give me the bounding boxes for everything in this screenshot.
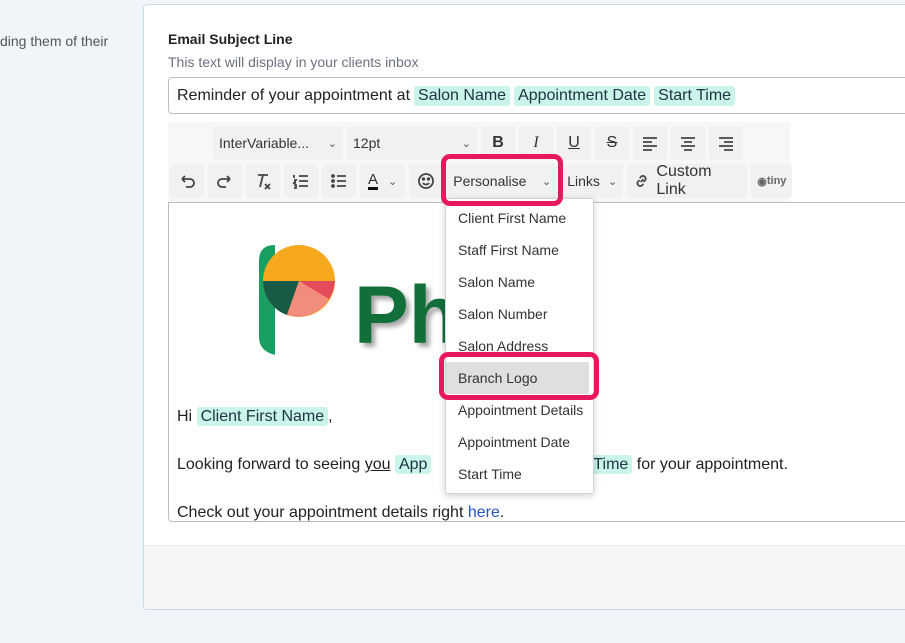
line3-suffix: . — [499, 504, 505, 521]
redo-icon — [217, 175, 231, 188]
line2-prefix: Looking forward to seeing — [177, 456, 361, 473]
italic-button[interactable]: I — [519, 126, 553, 160]
align-center-button[interactable] — [671, 126, 705, 160]
editor-toolbar: InterVariable... ⌄ 12pt ⌄ B I U S A ⌄ Pe… — [168, 122, 793, 202]
tag-client-first-name[interactable]: Client First Name — [196, 407, 329, 426]
links-label: Links — [567, 173, 600, 189]
bold-icon: B — [492, 134, 504, 151]
toolbar-row-2: A ⌄ Personalise ⌄ Links ⌄ Custom Link ◉ t… — [170, 163, 793, 198]
strikethrough-icon: S — [606, 134, 618, 151]
chevron-down-icon: ⌄ — [542, 175, 552, 188]
subject-input[interactable]: Reminder of your appointment at Salon Na… — [168, 77, 905, 114]
chevron-down-icon: ⌄ — [388, 175, 398, 188]
subject-tag-salon-name[interactable]: Salon Name — [414, 85, 511, 106]
underline-icon: U — [568, 134, 580, 151]
line2-you: you — [364, 456, 391, 473]
emoji-icon — [418, 173, 435, 189]
personalise-dropdown-menu: Client First Name Staff First Name Salon… — [445, 198, 594, 494]
text-color-icon: A — [368, 170, 379, 190]
font-family-select[interactable]: InterVariable... ⌄ — [213, 126, 343, 160]
personalise-menu-button[interactable]: Personalise ⌄ — [447, 164, 558, 198]
text-color-button[interactable]: A ⌄ — [360, 164, 406, 198]
emoji-button[interactable] — [409, 164, 444, 198]
undo-button[interactable] — [170, 164, 204, 198]
menu-item-branch-logo[interactable]: Branch Logo — [446, 362, 589, 394]
align-center-icon — [681, 137, 695, 151]
strikethrough-button[interactable]: S — [595, 126, 629, 160]
align-left-button[interactable] — [633, 126, 667, 160]
clear-formatting-icon — [258, 174, 271, 190]
menu-item-salon-number[interactable]: Salon Number — [446, 298, 593, 330]
greeting-line: Hi Client First Name, — [177, 407, 333, 426]
chevron-down-icon: ⌄ — [461, 137, 471, 150]
subject-label: Email Subject Line — [168, 31, 293, 47]
italic-icon: I — [533, 134, 539, 151]
body-line-3: Check out your appointment details right… — [177, 504, 505, 521]
align-left-icon — [643, 137, 657, 151]
numbered-list-icon — [292, 175, 308, 189]
details-link[interactable]: here — [468, 504, 500, 521]
align-right-button[interactable] — [709, 126, 743, 160]
branch-logo-image — [259, 245, 335, 355]
line2-suffix: for your appointment. — [636, 456, 788, 473]
custom-link-button[interactable]: Custom Link — [627, 163, 748, 198]
subject-help-text: This text will display in your clients i… — [168, 54, 419, 70]
bullet-list-button[interactable] — [322, 164, 356, 198]
numbered-list-button[interactable] — [284, 164, 318, 198]
tiny-icon: ◉ — [757, 175, 767, 188]
line3-prefix: Check out your appointment details right — [177, 504, 464, 521]
menu-item-staff-first-name[interactable]: Staff First Name — [446, 234, 593, 266]
menu-item-appointment-date[interactable]: Appointment Date — [446, 426, 593, 458]
link-icon — [636, 175, 647, 187]
menu-item-start-time[interactable]: Start Time — [446, 458, 593, 490]
menu-item-salon-name[interactable]: Salon Name — [446, 266, 593, 298]
custom-link-label: Custom Link — [656, 163, 712, 198]
font-family-value: InterVariable... — [219, 135, 310, 151]
font-size-value: 12pt — [353, 135, 381, 151]
align-right-icon — [719, 137, 733, 151]
undo-icon — [181, 175, 195, 188]
tag-appointment-date-partial[interactable]: App — [394, 455, 432, 474]
redo-button[interactable] — [208, 164, 242, 198]
subject-tag-start-time[interactable]: Start Time — [654, 85, 736, 106]
clear-formatting-button[interactable] — [246, 164, 280, 198]
greeting-suffix: , — [328, 408, 333, 425]
section-description: ding them of their — [0, 33, 109, 49]
font-size-select[interactable]: 12pt ⌄ — [347, 126, 477, 160]
menu-item-salon-address[interactable]: Salon Address — [446, 330, 593, 362]
greeting-prefix: Hi — [177, 408, 193, 425]
menu-item-appointment-details[interactable]: Appointment Details — [446, 394, 593, 426]
toolbar-row-1: InterVariable... ⌄ 12pt ⌄ B I U S — [213, 126, 743, 160]
tiny-logo[interactable]: ◉ tiny — [751, 164, 793, 198]
tiny-label: tiny — [766, 175, 787, 187]
card-footer — [144, 545, 905, 609]
subject-tag-appointment-date[interactable]: Appointment Date — [514, 85, 651, 106]
underline-button[interactable]: U — [557, 126, 591, 160]
chevron-down-icon: ⌄ — [327, 137, 337, 150]
personalise-label: Personalise — [453, 173, 527, 189]
subject-text: Reminder of your appointment at — [177, 86, 411, 104]
links-menu-button[interactable]: Links ⌄ — [561, 164, 624, 198]
bullet-list-icon — [331, 174, 346, 188]
menu-item-client-first-name[interactable]: Client First Name — [446, 202, 593, 234]
chevron-down-icon: ⌄ — [608, 175, 618, 188]
bold-button[interactable]: B — [481, 126, 515, 160]
